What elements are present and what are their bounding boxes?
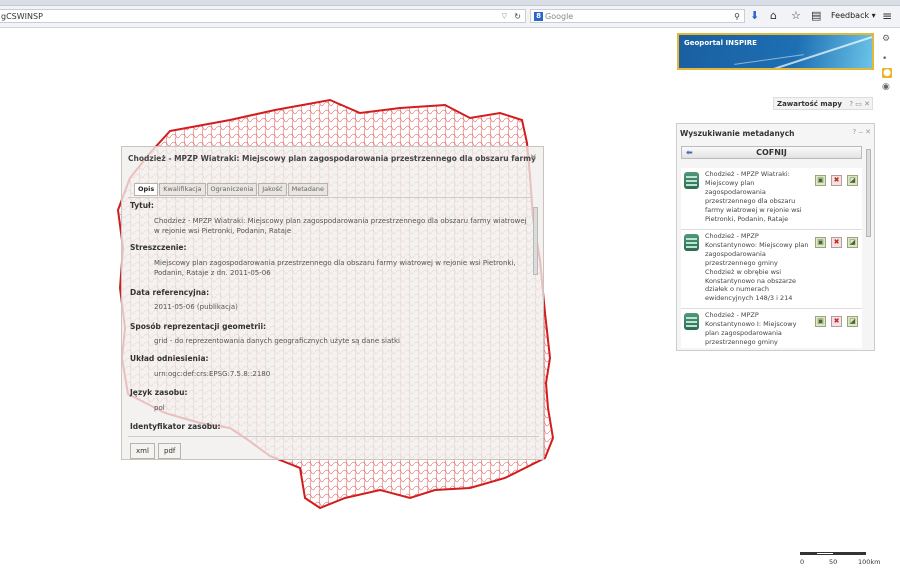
settings-icon[interactable]: ⚙ [882,34,890,44]
back-button-label: COFNIJ [756,148,787,157]
field-label-language: Język zasobu: [130,388,188,397]
logo-text: Geoportal INSPIRE [684,39,757,47]
active-layer-icon[interactable]: ● [882,68,892,78]
export-icon[interactable]: ◪ [847,237,858,248]
menu-icon[interactable]: ≡ [882,9,892,23]
search-placeholder: Google [545,12,574,21]
add-to-map-icon[interactable]: ▣ [815,237,826,248]
tab-jakosc[interactable]: Jakość [258,183,287,196]
panel-controls-icon[interactable]: ? ▭ ✕ [849,98,870,110]
export-icon[interactable]: ◪ [847,316,858,327]
reload-icon[interactable]: ↻ [514,10,521,23]
field-label-date: Data referencyjna: [130,288,210,297]
search-icon[interactable]: ⚲ [734,10,740,23]
panel-controls-icon[interactable]: ? ‒ ✕ [853,128,871,136]
home-icon[interactable]: ⌂ [770,9,777,23]
clipboard-icon[interactable]: ▤ [811,9,821,23]
tab-ograniczenia[interactable]: Ograniczenia [206,183,258,196]
dialog-footer-divider [128,436,539,438]
field-value-date: 2011-05-06 (publikacja) [154,303,238,311]
result-item[interactable]: Chodzież - MPZP Konstantynowo I: Miejsco… [681,309,862,348]
add-to-map-icon[interactable]: ▣ [815,316,826,327]
scale-label: 50 [829,558,838,566]
browser-toolbar: gCSWINSP ▽ ↻ 8 Google ⚲ ⬇ ⌂ ☆ ▤ Feedback … [0,6,900,28]
field-value-title: Chodzież - MPZP Wiatraki: Miejscowy plan… [154,217,527,235]
url-text: gCSWINSP [1,12,43,21]
field-value-abstract: Miejscowy plan zagospodarowania przestrz… [154,259,516,277]
eye-icon[interactable]: ◉ [882,82,890,92]
remove-icon[interactable]: ✖ [831,316,842,327]
scale-label: 100km [858,558,881,566]
dot-icon[interactable]: • [882,54,887,64]
dialog-scrollbar[interactable] [532,199,539,434]
xml-button[interactable]: xml [130,443,155,459]
feedback-label: Feedback [831,11,870,20]
field-label-title: Tytuł: [130,201,154,210]
field-value-crs: urn:ogc:def:crs:EPSG:7.5.8::2180 [154,370,271,378]
export-icon[interactable]: ◪ [847,175,858,186]
map-contents-header[interactable]: Zawartość mapy ? ▭ ✕ [773,97,873,110]
field-label-abstract: Streszczenie: [130,243,187,252]
scrollbar-thumb[interactable] [866,149,871,237]
back-button[interactable]: ⬅ COFNIJ [681,146,862,159]
scale-bar-graphic [800,552,866,555]
geoportal-logo: Geoportal INSPIRE [677,33,874,70]
add-to-map-icon[interactable]: ▣ [815,175,826,186]
dropdown-icon[interactable]: ▽ [502,10,507,23]
metadata-dialog: Chodzież - MPZP Wiatraki: Miejscowy plan… [121,146,544,460]
database-icon [684,313,699,330]
tab-metadane[interactable]: Metadane [287,183,329,196]
field-label-crs: Układ odniesienia: [130,354,209,363]
tab-kwalifikacja[interactable]: Kwalifikacja [159,183,206,196]
panel-title: Wyszukiwanie metadanych [680,129,795,138]
result-item[interactable]: Chodzież - MPZP Wiatraki: Miejscowy plan… [681,168,862,230]
results-list: Chodzież - MPZP Wiatraki: Miejscowy plan… [681,168,862,348]
logo-decoration [771,35,872,68]
scale-label: 0 [800,558,805,566]
result-item[interactable]: Chodzież - MPZP Konstantynowo: Miejscowy… [681,230,862,309]
dialog-title: Chodzież - MPZP Wiatraki: Miejscowy plan… [128,154,536,163]
database-icon [684,172,699,189]
address-bar[interactable]: gCSWINSP ▽ ↻ [0,9,526,23]
field-value-language: pol [154,404,165,412]
search-input[interactable]: 8 Google ⚲ [530,9,745,23]
database-icon [684,234,699,251]
remove-icon[interactable]: ✖ [831,175,842,186]
result-text: Chodzież - MPZP Konstantynowo: Miejscowy… [705,232,809,303]
close-icon[interactable]: ✕ [529,153,537,163]
result-text: Chodzież - MPZP Wiatraki: Miejscowy plan… [705,170,802,223]
back-arrow-icon: ⬅ [686,148,693,157]
scrollbar-thumb[interactable] [533,207,538,275]
bookmark-star-icon[interactable]: ☆ [791,9,801,23]
metadata-search-panel: Wyszukiwanie metadanych ? ‒ ✕ ⬅ COFNIJ C… [676,123,875,351]
download-icon[interactable]: ⬇ [750,9,759,23]
tab-opis[interactable]: Opis [134,183,159,196]
results-scrollbar[interactable] [865,139,872,347]
field-label-identifier: Identyfikator zasobu: [130,422,221,431]
field-value-geometry: grid - do reprezentowania danych geograf… [154,337,401,345]
field-label-geometry: Sposób reprezentacji geometrii: [130,322,267,331]
result-text: Chodzież - MPZP Konstantynowo I: Miejsco… [705,311,797,346]
map-contents-label: Zawartość mapy [777,100,842,108]
remove-icon[interactable]: ✖ [831,237,842,248]
tab-bar: Opis Kwalifikacja Ograniczenia Jakość Metada… [134,183,329,196]
feedback-button[interactable]: Feedback ▾ [831,11,876,20]
dialog-content: Tytuł: Chodzież - MPZP Wiatraki: Miejsco… [128,197,533,435]
pdf-button[interactable]: pdf [158,443,182,459]
google-icon[interactable]: 8 [534,12,543,21]
